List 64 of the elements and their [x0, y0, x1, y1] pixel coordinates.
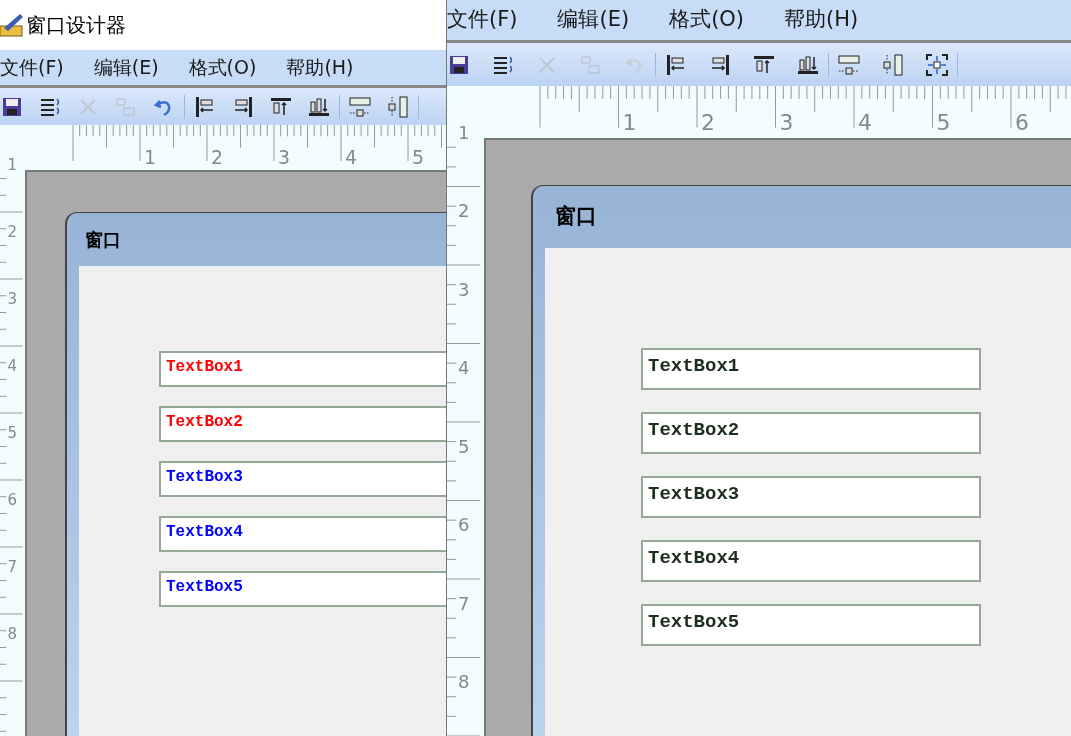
ruler-number: 1 — [458, 123, 470, 142]
ruler-number: 5 — [936, 112, 951, 134]
ruler-number: 4 — [7, 359, 18, 375]
text-box-label: TextBox2 — [166, 412, 243, 433]
same-width-icon[interactable] — [837, 52, 861, 77]
ruler-number: 7 — [458, 594, 470, 613]
form-title: 窗口 — [555, 203, 597, 231]
ruler-number: 1 — [144, 147, 157, 167]
ruler-number: 2 — [701, 112, 715, 134]
text-box[interactable]: TextBox3 — [159, 461, 446, 497]
ruler-number: 7 — [7, 560, 18, 576]
same-height-icon[interactable] — [386, 94, 410, 119]
text-box-label: TextBox3 — [166, 467, 243, 488]
text-box[interactable]: TextBox4 — [641, 540, 981, 582]
text-box-label: TextBox5 — [166, 577, 243, 598]
menu-item[interactable]: 编辑(E) — [557, 4, 630, 36]
ruler-number: 2 — [458, 202, 470, 221]
ruler-number: 1 — [622, 112, 637, 134]
ruler-number: 8 — [458, 673, 470, 692]
text-box[interactable]: TextBox4 — [159, 516, 446, 552]
app-icon — [0, 12, 24, 38]
ruler-number: 6 — [1015, 112, 1029, 134]
ruler-number: 3 — [458, 280, 470, 299]
text-box-label: TextBox1 — [166, 357, 243, 378]
menu-item[interactable]: 格式(O) — [188, 53, 257, 82]
center-icon[interactable] — [925, 52, 949, 77]
window-title: 窗口设计器 — [26, 12, 126, 39]
text-box[interactable]: TextBox3 — [641, 476, 981, 518]
ruler-number: 5 — [412, 147, 425, 167]
ruler-number: 3 — [278, 147, 291, 167]
ruler-number: 2 — [7, 225, 18, 241]
ruler-number: 5 — [458, 437, 470, 456]
text-box[interactable]: TextBox1 — [641, 348, 981, 390]
ruler-number: 3 — [779, 112, 794, 134]
text-box-label: TextBox4 — [648, 546, 740, 571]
text-box-label: TextBox2 — [648, 418, 740, 443]
text-box[interactable]: TextBox5 — [159, 571, 446, 607]
text-box-label: TextBox1 — [648, 354, 740, 379]
text-box-label: TextBox3 — [648, 482, 740, 507]
menu-item[interactable]: 帮助(H) — [784, 4, 859, 36]
form-title: 窗口 — [85, 228, 121, 252]
ruler-number: 4 — [458, 359, 470, 378]
ruler-number: 6 — [7, 493, 18, 509]
menu-item[interactable]: 文件(F) — [0, 53, 64, 82]
menu-item[interactable]: 文件(F) — [447, 4, 518, 36]
text-box[interactable]: TextBox1 — [159, 351, 446, 387]
ruler-number: 2 — [211, 147, 224, 167]
ruler-number: 1 — [7, 158, 18, 174]
text-box[interactable]: TextBox5 — [641, 604, 981, 646]
ruler-number: 6 — [458, 516, 470, 535]
menu-item[interactable]: 编辑(E) — [93, 53, 159, 82]
ruler-number: 5 — [7, 426, 18, 442]
text-box-label: TextBox5 — [648, 610, 740, 635]
same-height-icon[interactable] — [881, 52, 905, 77]
text-box-label: TextBox4 — [166, 522, 243, 543]
ruler-number: 3 — [7, 292, 18, 308]
menu-item[interactable]: 帮助(H) — [286, 53, 354, 82]
text-box[interactable]: TextBox2 — [641, 412, 981, 454]
text-box[interactable]: TextBox2 — [159, 406, 446, 442]
ruler-number: 8 — [7, 627, 18, 643]
same-width-icon[interactable] — [348, 94, 372, 119]
ruler-number: 4 — [858, 112, 872, 134]
ruler-number: 4 — [345, 147, 358, 167]
menu-item[interactable]: 格式(O) — [669, 4, 745, 36]
